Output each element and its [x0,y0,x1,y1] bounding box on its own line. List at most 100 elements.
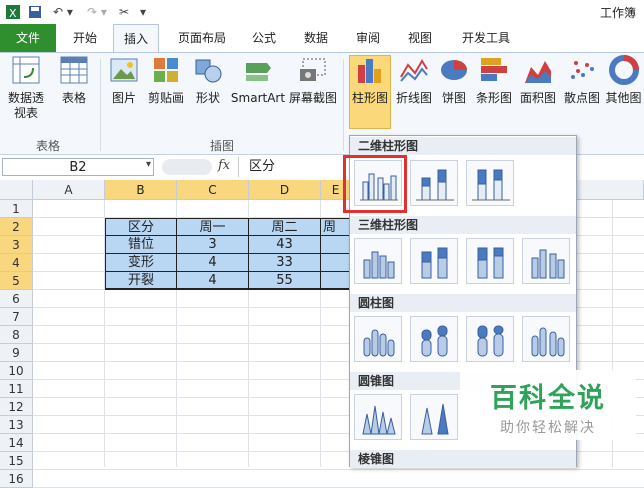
tab-developer[interactable]: 开发工具 [454,24,518,52]
cell-c4[interactable]: 4 [177,254,249,272]
cell-b5[interactable]: 开裂 [105,272,177,290]
insert-function-icon[interactable]: fx [218,158,230,173]
clip-art-button[interactable]: 剪贴画 [146,55,186,106]
tab-page-layout[interactable]: 页面布局 [172,24,232,52]
row-header[interactable]: 4 [0,254,33,272]
tab-formulas[interactable]: 公式 [246,24,282,52]
cell-c3[interactable]: 3 [177,236,249,254]
3d-column-option[interactable] [522,238,570,284]
stacked-column-option[interactable] [410,160,458,206]
section-3d-column: 三维柱形图 [350,216,576,234]
row-header[interactable]: 15 [0,452,33,470]
tab-view[interactable]: 视图 [402,24,438,52]
100-stacked-cylinder-option[interactable] [466,316,514,362]
tab-data[interactable]: 数据 [298,24,334,52]
group-label-illustrations: 插图 [210,139,235,153]
row-header[interactable]: 9 [0,344,33,362]
cell-e4[interactable] [321,254,351,272]
cell-b2[interactable]: 区分 [105,218,177,236]
quick-access-menu-icon[interactable]: ▾ [138,3,148,20]
scatter-chart-button[interactable]: 散点图 [561,55,603,106]
name-box[interactable]: B2 [2,158,154,176]
picture-icon [109,55,139,85]
tab-review[interactable]: 审阅 [350,24,386,52]
svg-text:X: X [9,7,17,20]
title-bar: X ↶ ▾ ↷ ▾ ✂ ▾ 工作簿 [0,0,644,25]
stacked-cylinder-option[interactable] [410,316,458,362]
shapes-icon [193,55,223,85]
cell-b4[interactable]: 变形 [105,254,177,272]
row-header[interactable]: 1 [0,200,33,218]
window-title: 工作簿 [599,6,636,20]
clustered-cone-option[interactable] [354,394,402,440]
section-pyramid: 棱锥图 [350,450,576,468]
cell-d3[interactable]: 43 [249,236,321,254]
3d-100-stacked-column-option[interactable] [466,238,514,284]
pie-chart-button[interactable]: 饼图 [437,55,471,106]
3d-stacked-column-option[interactable] [410,238,458,284]
row-header[interactable]: 8 [0,326,33,344]
other-chart-icon [608,55,639,85]
tab-home[interactable]: 开始 [66,24,104,52]
tab-insert[interactable]: 插入 [113,24,159,52]
row-header[interactable]: 10 [0,362,33,380]
pivot-table-button[interactable]: 数据透视表 [4,55,48,121]
cell-c2[interactable]: 周一 [177,218,249,236]
smartart-button[interactable]: SmartArt [230,55,286,106]
line-chart-button[interactable]: 折线图 [393,55,435,106]
bar-chart-button[interactable]: 条形图 [473,55,515,106]
column-header-c[interactable]: C [177,180,249,200]
pie-chart-icon [439,55,469,85]
area-chart-icon [523,55,553,85]
watermark-subtitle: 助你轻松解决 [500,420,596,436]
row-header[interactable]: 13 [0,416,33,434]
row-header[interactable]: 12 [0,398,33,416]
scatter-chart-icon [567,55,597,85]
3d-cylinder-option[interactable] [522,316,570,362]
table-button[interactable]: 表格 [54,55,94,106]
cell-e3[interactable] [321,236,351,254]
row-header[interactable]: 14 [0,434,33,452]
section-2d-column: 二维柱形图 [350,137,576,155]
row-gridline [33,469,644,470]
undo-icon[interactable]: ↶ ▾ [48,3,78,20]
cell-b3[interactable]: 错位 [105,236,177,254]
smartart-icon [243,55,273,85]
row-header[interactable]: 3 [0,236,33,254]
row-header[interactable]: 7 [0,308,33,326]
tab-file[interactable]: 文件 [0,24,56,52]
cell-c5[interactable]: 4 [177,272,249,290]
column-header-d[interactable]: D [249,180,321,200]
3d-clustered-column-option[interactable] [354,238,402,284]
clustered-cylinder-option[interactable] [354,316,402,362]
redo-icon[interactable]: ↷ ▾ [82,3,112,20]
stacked-cone-option[interactable] [410,394,458,440]
bar-chart-icon [479,55,509,85]
column-chart-icon [355,55,385,85]
area-chart-button[interactable]: 面积图 [517,55,559,106]
cell-d5[interactable]: 55 [249,272,321,290]
name-box-dropdown-icon[interactable]: ▾ [146,159,151,170]
cell-d2[interactable]: 周二 [249,218,321,236]
picture-button[interactable]: 图片 [106,55,142,106]
column-header-b[interactable]: B [105,180,177,200]
100-stacked-column-option[interactable] [466,160,514,206]
customize-icon[interactable]: ✂ [114,3,134,20]
row-header[interactable]: 11 [0,380,33,398]
screenshot-button[interactable]: 屏幕截图 [288,55,338,106]
column-header-a[interactable]: A [33,180,105,200]
row-header[interactable]: 2 [0,218,33,236]
line-chart-icon [399,55,429,85]
formula-bar-resize-handle[interactable] [162,159,212,175]
row-header[interactable]: 16 [0,470,33,488]
cell-d4[interactable]: 33 [249,254,321,272]
cell-e2[interactable]: 周 [321,218,351,236]
row-header[interactable]: 5 [0,272,33,290]
cell-e5[interactable] [321,272,351,290]
select-all-corner[interactable] [0,180,33,200]
save-icon[interactable] [26,3,44,20]
other-chart-button[interactable]: 其他图 [603,55,644,106]
row-header[interactable]: 6 [0,290,33,308]
shapes-button[interactable]: 形状 [190,55,226,106]
column-chart-button[interactable]: 柱形图 [349,55,391,106]
